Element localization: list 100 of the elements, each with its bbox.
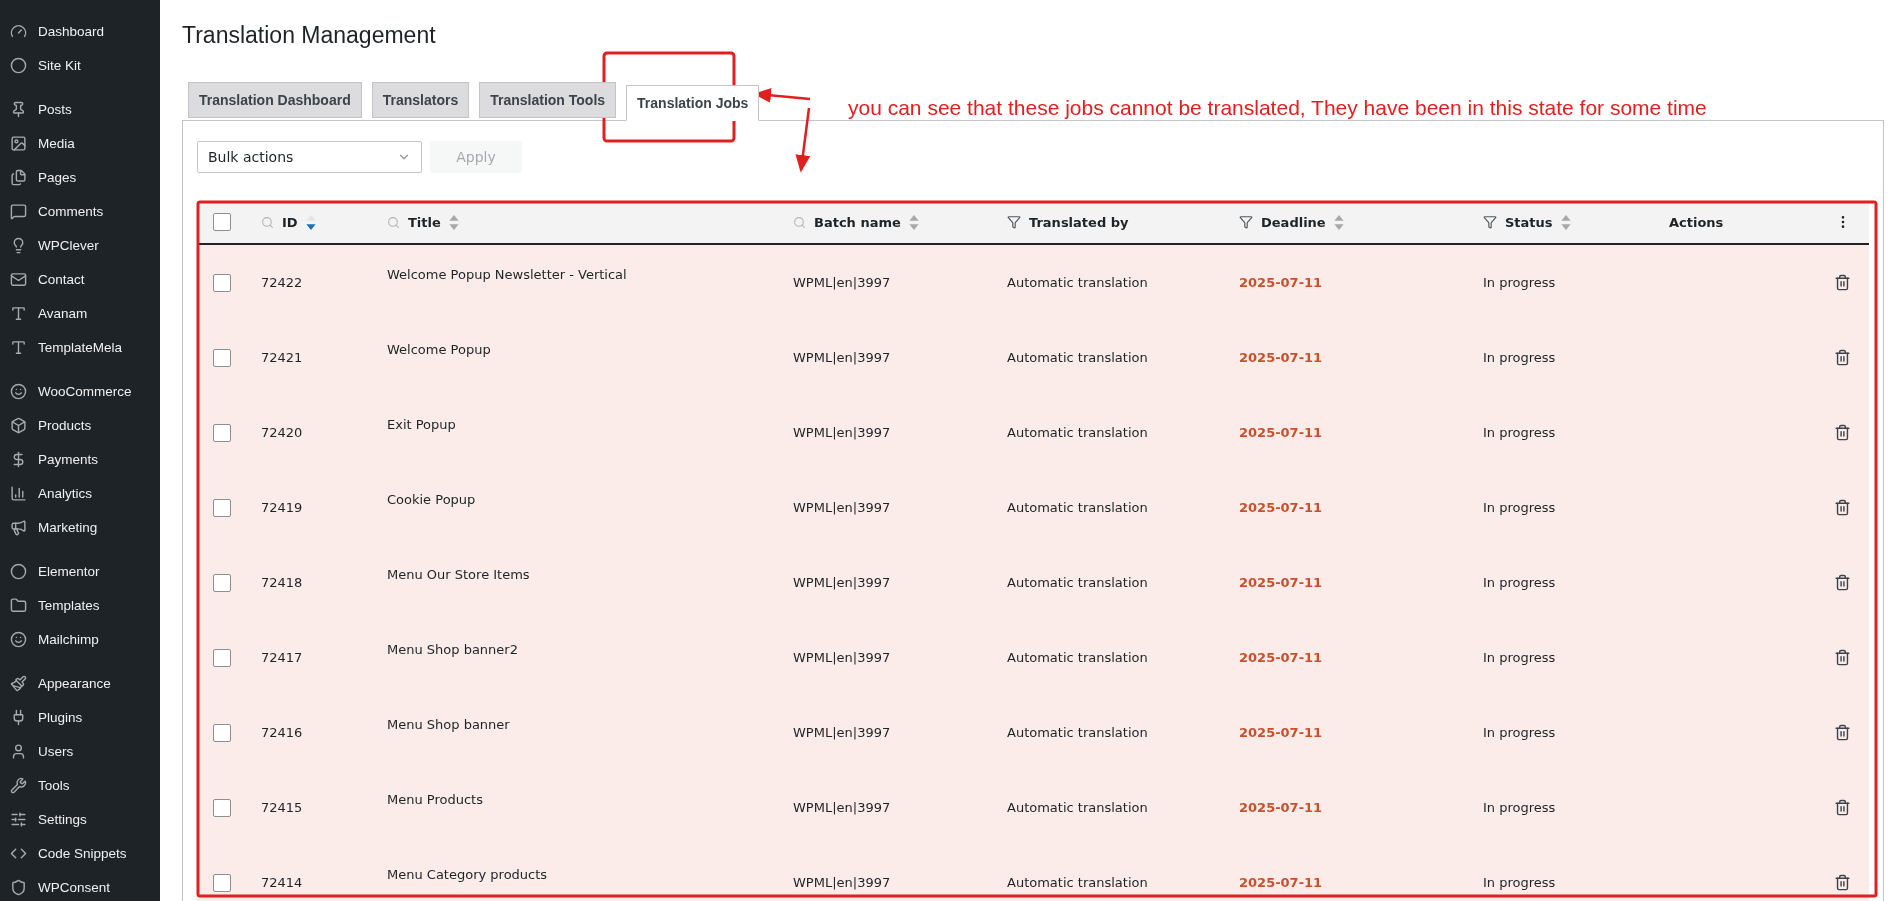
tab[interactable]: Translation Dashboard	[188, 82, 362, 118]
trash-icon[interactable]	[1834, 724, 1851, 741]
sidebar-item[interactable]: Settings	[0, 802, 160, 836]
trash-icon[interactable]	[1834, 424, 1851, 441]
smile-icon	[10, 630, 27, 648]
sidebar-item[interactable]: Mailchimp	[0, 622, 160, 656]
sort-icon[interactable]	[1560, 214, 1571, 230]
trash-icon[interactable]	[1834, 349, 1851, 366]
trash-icon[interactable]	[1834, 874, 1851, 891]
funnel-icon[interactable]	[1007, 215, 1021, 229]
sidebar-item[interactable]: WooCommerce	[0, 374, 160, 408]
table-cell: 2025-07-11	[1239, 575, 1323, 590]
sidebar-item[interactable]: Posts	[0, 92, 160, 126]
wrench-icon	[10, 776, 27, 794]
sort-icon[interactable]	[908, 214, 919, 230]
table-cell: Automatic translation	[1007, 800, 1148, 815]
circle-icon	[10, 562, 27, 580]
table-cell: 72417	[261, 650, 303, 665]
table-cell: Menu Products	[387, 792, 483, 807]
t-icon	[10, 338, 27, 356]
sidebar-item[interactable]: WPConsent	[0, 870, 160, 901]
table-cell: WPML|en|3997	[793, 575, 891, 590]
sidebar-item[interactable]: Site Kit	[0, 48, 160, 82]
sliders-icon	[10, 810, 27, 828]
sidebar-item[interactable]: Templates	[0, 588, 160, 622]
funnel-icon[interactable]	[1239, 215, 1253, 229]
bulk-actions-select[interactable]: Bulk actions	[197, 141, 422, 173]
annotation-note: you can see that these jobs cannot be translated, They have been in this state for some time	[848, 96, 1707, 120]
checkbox[interactable]	[213, 573, 231, 592]
table-cell: Automatic translation	[1007, 650, 1148, 665]
folder-icon	[10, 596, 27, 614]
checkbox[interactable]	[213, 213, 231, 231]
tab[interactable]: Translators	[371, 82, 470, 118]
sort-icon[interactable]	[448, 214, 459, 230]
table-cell: Automatic translation	[1007, 350, 1148, 365]
trash-icon[interactable]	[1834, 574, 1851, 591]
sidebar-item[interactable]: Payments	[0, 442, 160, 476]
sidebar-item[interactable]: Analytics	[0, 476, 160, 510]
sort-icon[interactable]	[305, 214, 316, 230]
table-cell: In progress	[1483, 725, 1556, 740]
search-icon[interactable]	[793, 215, 806, 229]
sidebar-item[interactable]: Media	[0, 126, 160, 160]
table-cell: 2025-07-11	[1239, 725, 1323, 740]
table-cell: 72422	[261, 275, 303, 290]
checkbox[interactable]	[213, 873, 231, 892]
funnel-icon[interactable]	[1483, 215, 1497, 229]
sidebar-item[interactable]: Pages	[0, 160, 160, 194]
sidebar-item[interactable]: Appearance	[0, 666, 160, 700]
checkbox[interactable]	[213, 273, 231, 292]
table-cell: Menu Our Store Items	[387, 567, 530, 582]
table-cell: Cookie Popup	[387, 492, 476, 507]
trash-icon[interactable]	[1834, 274, 1851, 291]
sidebar-item[interactable]: Elementor	[0, 554, 160, 588]
table-cell: Menu Shop banner2	[387, 642, 518, 657]
sidebar-item[interactable]: WPClever	[0, 228, 160, 262]
sidebar-item[interactable]: Products	[0, 408, 160, 442]
table-cell: In progress	[1483, 350, 1556, 365]
sidebar-item[interactable]: Dashboard	[0, 14, 160, 48]
search-icon[interactable]	[261, 215, 274, 229]
trash-icon[interactable]	[1834, 499, 1851, 516]
checkbox[interactable]	[213, 648, 231, 667]
sidebar-item[interactable]: Plugins	[0, 700, 160, 734]
table-cell: WPML|en|3997	[793, 350, 891, 365]
table-cell: Welcome Popup Newsletter - Vertical	[387, 267, 627, 282]
search-icon[interactable]	[387, 215, 400, 229]
checkbox[interactable]	[213, 723, 231, 742]
sidebar-item[interactable]: Code Snippets	[0, 836, 160, 870]
column-header: ID	[282, 214, 298, 230]
sidebar-item[interactable]: Comments	[0, 194, 160, 228]
table-cell: 72419	[261, 500, 303, 515]
gauge-icon	[10, 22, 27, 40]
trash-icon[interactable]	[1834, 649, 1851, 666]
table-cell: Automatic translation	[1007, 425, 1148, 440]
table-cell: Menu Shop banner	[387, 717, 510, 732]
sidebar-item[interactable]: Avanam	[0, 296, 160, 330]
sidebar-item[interactable]: Tools	[0, 768, 160, 802]
table-cell: 2025-07-11	[1239, 275, 1323, 290]
sort-icon[interactable]	[1333, 214, 1344, 230]
table-cell: In progress	[1483, 275, 1556, 290]
checkbox[interactable]	[213, 798, 231, 817]
tab[interactable]: Translation Jobs	[626, 85, 760, 121]
checkbox[interactable]	[213, 498, 231, 517]
trash-icon[interactable]	[1834, 799, 1851, 816]
column-header: Title	[408, 214, 441, 230]
checkbox[interactable]	[213, 348, 231, 367]
table-cell: 2025-07-11	[1239, 500, 1323, 515]
checkbox[interactable]	[213, 423, 231, 442]
comment-icon	[10, 202, 27, 220]
sidebar-item[interactable]: Contact	[0, 262, 160, 296]
sidebar-item[interactable]: Marketing	[0, 510, 160, 544]
table-cell: WPML|en|3997	[793, 650, 891, 665]
table-cell: In progress	[1483, 500, 1556, 515]
tab[interactable]: Translation Tools	[479, 82, 617, 118]
sidebar-item[interactable]: TemplateMela	[0, 330, 160, 364]
smile-icon	[10, 382, 27, 400]
table-cell: 2025-07-11	[1239, 425, 1323, 440]
table-cell: In progress	[1483, 650, 1556, 665]
table-cell: Automatic translation	[1007, 575, 1148, 590]
arrow	[795, 107, 811, 173]
sidebar-item[interactable]: Users	[0, 734, 160, 768]
